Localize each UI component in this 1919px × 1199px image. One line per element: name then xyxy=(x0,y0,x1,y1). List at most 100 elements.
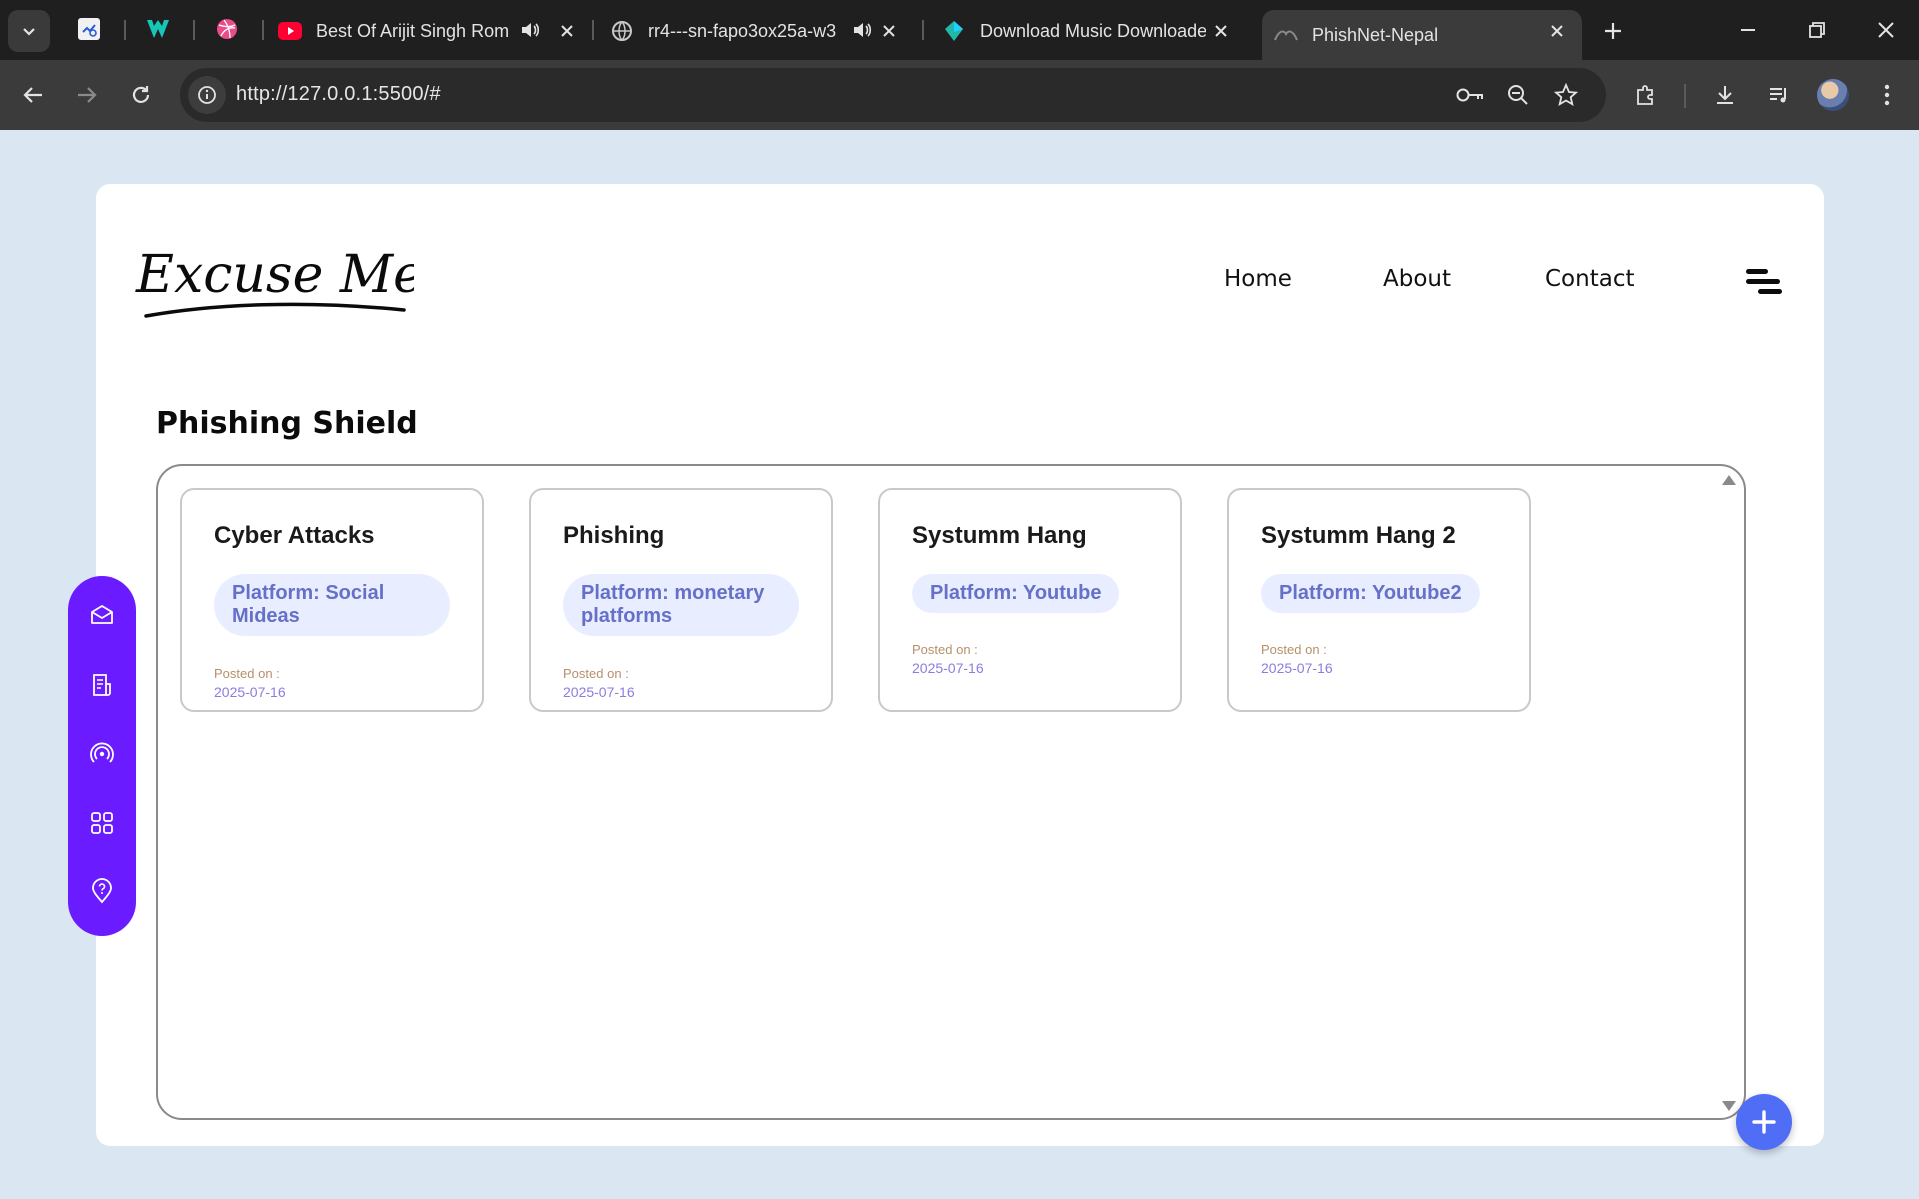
posted-label: Posted on : xyxy=(1261,642,1327,657)
close-tab-icon[interactable] xyxy=(556,20,578,42)
logo-text: Excuse Me! xyxy=(135,245,414,305)
zoom-button[interactable] xyxy=(1504,81,1532,109)
post-date: 2025-07-16 xyxy=(912,660,984,676)
browser-toolbar: http://127.0.0.1:5500/# xyxy=(0,60,1919,130)
nav-contact[interactable]: Contact xyxy=(1545,266,1634,292)
restore-icon xyxy=(1809,22,1825,38)
document-icon[interactable] xyxy=(89,672,115,698)
kebab-menu-icon xyxy=(1884,84,1890,106)
mail-icon[interactable] xyxy=(89,602,115,628)
hamburger-menu-icon[interactable] xyxy=(1744,266,1784,298)
close-tab-icon[interactable] xyxy=(1546,20,1568,42)
speaker-icon[interactable] xyxy=(520,20,542,42)
site-logo[interactable]: Excuse Me! xyxy=(134,224,414,334)
close-tab-icon[interactable] xyxy=(878,20,900,42)
address-bar[interactable]: http://127.0.0.1:5500/# xyxy=(180,68,1606,122)
tab-title: PhishNet-Nepal xyxy=(1312,24,1439,45)
post-title: Systumm Hang xyxy=(912,522,1087,549)
tab-search-button[interactable] xyxy=(8,10,50,52)
minimize-button[interactable] xyxy=(1728,12,1768,48)
platform-badge: Platform: Youtube xyxy=(912,574,1120,613)
downloads-button[interactable] xyxy=(1708,78,1742,112)
speaker-icon[interactable] xyxy=(852,20,874,42)
scroll-up-arrow-icon[interactable] xyxy=(1721,474,1737,486)
extensions-button[interactable] xyxy=(1629,78,1663,112)
diamond-icon xyxy=(942,19,966,43)
post-date: 2025-07-16 xyxy=(214,684,286,700)
new-tab-button[interactable] xyxy=(1598,16,1628,46)
post-date: 2025-07-16 xyxy=(1261,660,1333,676)
add-post-button[interactable] xyxy=(1736,1094,1792,1150)
browser-menu-button[interactable] xyxy=(1870,78,1904,112)
post-title: Systumm Hang 2 xyxy=(1261,522,1456,549)
music-queue-icon xyxy=(1770,88,1786,103)
arrow-right-icon xyxy=(78,87,97,103)
platform-badge: Platform: Social Mideas xyxy=(214,574,450,636)
back-button[interactable] xyxy=(16,78,50,112)
tab-phishnet[interactable]: PhishNet-Nepal xyxy=(1262,10,1582,60)
tab-title: rr4---sn-fapo3ox25a-w3 xyxy=(648,20,837,41)
bookmark-button[interactable] xyxy=(1552,81,1580,109)
password-key-button[interactable] xyxy=(1456,81,1484,109)
post-title: Phishing xyxy=(563,522,665,549)
reload-icon xyxy=(132,86,150,103)
site-info-button[interactable] xyxy=(188,76,226,114)
post-title: Cyber Attacks xyxy=(214,522,375,549)
location-icon[interactable] xyxy=(89,878,115,904)
star-icon xyxy=(1554,83,1578,107)
globe-icon xyxy=(610,19,634,43)
pinned-tab-3[interactable] xyxy=(212,14,242,44)
tab-youtube[interactable]: Best Of Arijit Singh Rom xyxy=(278,10,588,52)
info-icon xyxy=(198,86,216,104)
pinned-tab-1[interactable] xyxy=(74,14,104,44)
key-icon xyxy=(1456,88,1483,102)
post-card[interactable]: Cyber Attacks Platform: Social Mideas Po… xyxy=(180,488,484,712)
close-window-button[interactable] xyxy=(1866,12,1906,48)
arrows-icon xyxy=(78,18,100,40)
minimize-icon xyxy=(1741,29,1755,31)
tab-stream[interactable]: rr4---sn-fapo3ox25a-w3 xyxy=(610,10,910,52)
zoom-out-icon xyxy=(1508,85,1528,105)
plus-icon xyxy=(1752,1110,1776,1134)
page-title: Phishing Shield xyxy=(156,406,418,441)
browser-tab-bar: Best Of Arijit Singh Rom rr4---sn-fapo3o… xyxy=(0,0,1919,60)
grid-icon[interactable] xyxy=(89,810,115,836)
pinned-tab-2[interactable] xyxy=(143,14,173,44)
page-viewport: Excuse Me! Home About Contact Phishing S… xyxy=(0,130,1919,1199)
reload-button[interactable] xyxy=(124,78,158,112)
main-container: Excuse Me! Home About Contact Phishing S… xyxy=(96,184,1824,1150)
posted-label: Posted on : xyxy=(214,666,280,681)
restore-button[interactable] xyxy=(1797,12,1837,48)
plus-icon xyxy=(1605,23,1621,39)
nav-home[interactable]: Home xyxy=(1224,266,1292,292)
posted-label: Posted on : xyxy=(912,642,978,657)
post-card[interactable]: Systumm Hang 2 Platform: Youtube2 Posted… xyxy=(1227,488,1531,712)
scroll-down-arrow-icon[interactable] xyxy=(1721,1100,1737,1112)
post-card[interactable]: Phishing Platform: monetary platforms Po… xyxy=(529,488,833,712)
post-date: 2025-07-16 xyxy=(563,684,635,700)
puzzle-icon xyxy=(1637,85,1653,105)
broadcast-icon[interactable] xyxy=(89,740,115,766)
platform-badge: Platform: monetary platforms xyxy=(563,574,799,636)
forward-button[interactable] xyxy=(70,78,104,112)
tab-title: Best Of Arijit Singh Rom xyxy=(316,20,510,41)
dribbble-icon xyxy=(217,19,237,39)
v-logo-icon xyxy=(147,20,169,38)
chevron-down-icon xyxy=(23,28,35,36)
profile-avatar[interactable] xyxy=(1817,79,1849,111)
posted-label: Posted on : xyxy=(563,666,629,681)
url-text[interactable]: http://127.0.0.1:5500/# xyxy=(236,83,441,106)
site-icon xyxy=(1274,23,1298,47)
youtube-icon xyxy=(278,19,302,43)
download-icon xyxy=(1717,86,1733,104)
arrow-left-icon xyxy=(23,87,42,103)
platform-badge: Platform: Youtube2 xyxy=(1261,574,1480,613)
side-nav xyxy=(68,576,136,936)
post-card[interactable]: Systumm Hang Platform: Youtube Posted on… xyxy=(878,488,1182,712)
close-tab-icon[interactable] xyxy=(1210,20,1232,42)
tab-download-music[interactable]: Download Music Downloade xyxy=(942,10,1242,52)
close-icon xyxy=(1878,22,1894,38)
media-control-button[interactable] xyxy=(1762,78,1796,112)
tab-title: Download Music Downloade xyxy=(980,20,1206,41)
nav-about[interactable]: About xyxy=(1383,266,1451,292)
